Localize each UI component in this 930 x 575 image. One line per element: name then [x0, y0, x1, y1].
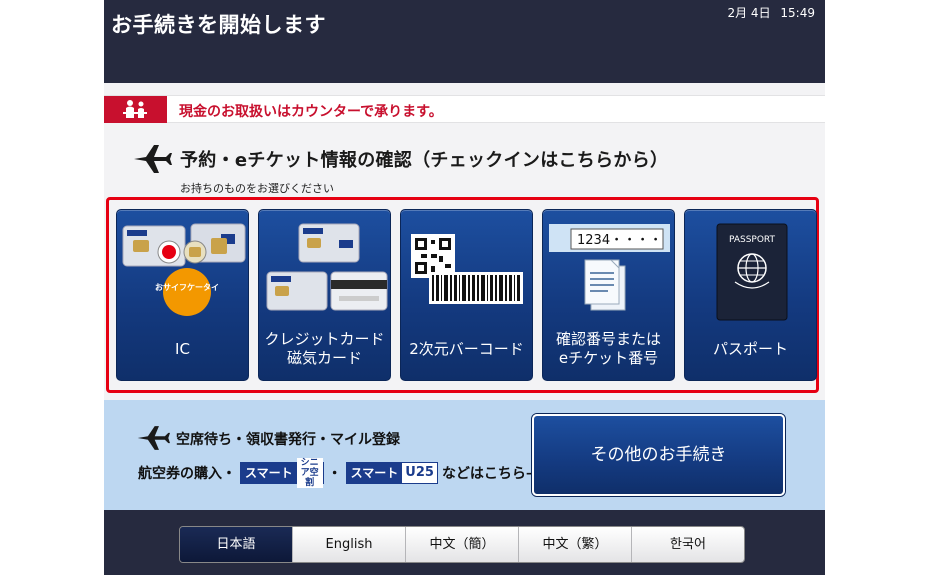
barcode-icon	[411, 234, 523, 304]
option-ic-label: IC	[175, 340, 190, 358]
option-confirmation-number-button[interactable]: 1234・・・・ 確認番号または eチケット番号	[542, 209, 675, 381]
separator-dot: ・	[327, 466, 342, 482]
svg-text:1234・・・・: 1234・・・・	[577, 233, 662, 248]
lang-chinese-simplified-button[interactable]: 中文（簡）	[405, 527, 518, 562]
ticket-purchase-text: 航空券の購入・	[138, 466, 236, 482]
number-entry-icon: 1234・・・・	[549, 224, 670, 311]
other-procedures-button[interactable]: その他のお手続き	[532, 414, 785, 496]
option-credit-card-label-2: 磁気カード	[286, 349, 362, 367]
language-selector: 日本語 English 中文（簡） 中文（繁） 한국어	[179, 526, 745, 563]
cash-notice-text: 現金のお取扱いはカウンターで承ります。	[179, 104, 443, 120]
header-bar: お手続きを開始します 2月 4日 15:49	[104, 0, 825, 83]
kiosk-screen: お手続きを開始します 2月 4日 15:49 現金のお取扱いはカウンターで承りま…	[104, 0, 825, 575]
checkin-section-subtitle: お持ちのものをお選びください	[180, 182, 334, 195]
option-barcode-label: 2次元バーコード	[409, 340, 524, 358]
smart-u25-badge: スマート U25	[345, 462, 438, 484]
footer-bar: 日本語 English 中文（簡） 中文（繁） 한국어	[104, 510, 825, 575]
checkin-options-frame: おサイフケータイ IC クレジットカード 磁気カード 2次元バーコード 1234…	[106, 197, 819, 393]
date-text: 2月 4日	[727, 6, 771, 20]
option-passport-label: パスポート	[712, 340, 788, 358]
counter-staff-icon	[104, 96, 167, 123]
airplane-icon	[137, 426, 170, 450]
cash-notice: 現金のお取扱いはカウンターで承ります。	[104, 95, 825, 123]
svg-text:おサイフケータイ: おサイフケータイ	[155, 282, 219, 292]
other-procedures-line1: 空席待ち・領収書発行・マイル登録	[176, 432, 400, 448]
lang-english-button[interactable]: English	[292, 527, 405, 562]
ic-card-icon: おサイフケータイ	[122, 223, 246, 316]
option-barcode-button[interactable]: 2次元バーコード	[400, 209, 533, 381]
clock: 2月 4日 15:49	[721, 4, 815, 21]
lang-japanese-button[interactable]: 日本語	[180, 527, 292, 562]
option-confirmation-number-label-1: 確認番号または	[555, 330, 661, 348]
option-confirmation-number-label-2: eチケット番号	[558, 349, 659, 367]
option-ic-button[interactable]: おサイフケータイ IC	[116, 209, 249, 381]
other-procedures-line2: 航空券の購入・ スマート シニア空割 ・ スマート U25 などはこちら→	[138, 458, 538, 488]
option-credit-card-label-1: クレジットカード	[264, 330, 385, 348]
passport-icon: PASSPORT	[716, 223, 788, 321]
option-passport-button[interactable]: PASSPORT パスポート	[684, 209, 817, 381]
checkin-section-title: 予約・eチケット情報の確認（チェックインはこちらから）	[180, 150, 669, 171]
airplane-icon	[134, 145, 172, 173]
svg-text:PASSPORT: PASSPORT	[729, 235, 776, 245]
lang-chinese-traditional-button[interactable]: 中文（繁）	[518, 527, 631, 562]
smart-senior-badge: スマート シニア空割	[240, 458, 324, 488]
magnetic-card-icon	[266, 223, 388, 311]
lang-korean-button[interactable]: 한국어	[631, 527, 744, 562]
page-title: お手続きを開始します	[111, 13, 326, 37]
time-text: 15:49	[780, 6, 815, 20]
more-here-text: などはこちら→	[441, 466, 538, 482]
option-credit-card-button[interactable]: クレジットカード 磁気カード	[258, 209, 391, 381]
